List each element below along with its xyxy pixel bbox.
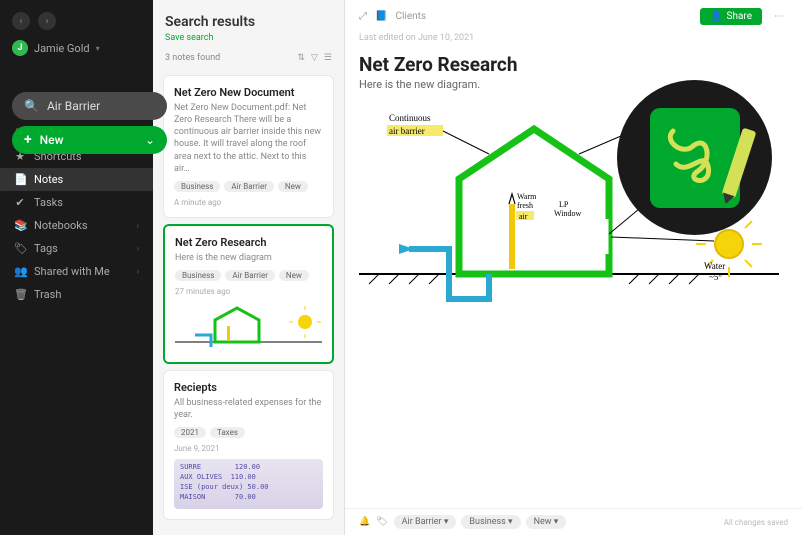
card-tag: Air Barrier xyxy=(224,181,274,192)
sidebar: ‹ › J Jamie Gold ▾ 🏠Home★Shortcuts📄Notes… xyxy=(0,0,153,535)
note-tag[interactable]: Business ▾ xyxy=(461,515,520,529)
search-input[interactable]: 🔍 Air Barrier xyxy=(12,92,167,120)
card-tag: Business xyxy=(174,181,220,192)
reminder-icon[interactable]: 🔔 xyxy=(359,517,370,527)
user-name: Jamie Gold xyxy=(34,42,90,55)
expand-icon[interactable]: ⤢ xyxy=(359,11,367,22)
person-icon: 👤 xyxy=(710,11,722,22)
card-thumbnail xyxy=(175,302,322,352)
sidebar-item-tasks[interactable]: ✔Tasks xyxy=(0,191,153,214)
svg-text:Window: Window xyxy=(554,209,581,218)
plus-icon: + xyxy=(24,132,32,148)
svg-text:Water: Water xyxy=(704,261,725,271)
notebook-icon: 📘 xyxy=(375,11,387,22)
svg-text:LP: LP xyxy=(559,200,569,209)
card-snippet: All business-related expenses for the ye… xyxy=(174,397,323,421)
svg-text:Warm: Warm xyxy=(517,192,537,201)
share-button[interactable]: 👤 Share xyxy=(700,8,762,25)
card-time: June 9, 2021 xyxy=(174,444,323,453)
nav-forward-button[interactable]: › xyxy=(38,12,56,30)
card-title: Net Zero Research xyxy=(175,236,322,249)
nav-icon: 🗑 xyxy=(14,288,26,301)
card-thumbnail: SURRE 120.00AUX OLIVES 110.00ISE (pour d… xyxy=(174,459,323,509)
sidebar-item-tags[interactable]: 🏷Tags› xyxy=(0,237,153,260)
nav-icon: 🏷 xyxy=(14,242,26,255)
sidebar-item-trash[interactable]: 🗑Trash xyxy=(0,283,153,306)
notebook-name[interactable]: Clients xyxy=(395,11,426,22)
note-tag[interactable]: New ▾ xyxy=(526,515,567,529)
svg-text:~5°: ~5° xyxy=(709,272,722,282)
note-tag[interactable]: Air Barrier ▾ xyxy=(394,515,457,529)
chevron-right-icon: › xyxy=(137,267,139,276)
chevron-down-icon: ⌄ xyxy=(145,133,155,147)
svg-text:fresh: fresh xyxy=(517,201,533,210)
svg-text:Continuous: Continuous xyxy=(389,113,431,123)
nav-icon: 📄 xyxy=(14,173,26,186)
note-title[interactable]: Net Zero Research xyxy=(345,43,802,78)
card-tag: New xyxy=(278,181,308,192)
sidebar-item-notebooks[interactable]: 📚Notebooks› xyxy=(0,214,153,237)
results-count: 3 notes found xyxy=(165,53,220,63)
card-snippet: Net Zero New Document.pdf: Net Zero Rese… xyxy=(174,102,323,175)
tag-icon[interactable]: 🏷 xyxy=(376,517,387,527)
card-tag: Air Barrier xyxy=(225,270,275,281)
user-menu[interactable]: J Jamie Gold ▾ xyxy=(0,34,153,62)
more-icon[interactable]: ⋯ xyxy=(770,11,788,22)
nav-icon: 📚 xyxy=(14,219,26,232)
search-results-column: Search results Save search 3 notes found… xyxy=(153,0,345,535)
save-status: All changes saved xyxy=(724,518,788,527)
result-card[interactable]: Net Zero Research Here is the new diagram… xyxy=(163,224,334,364)
sidebar-item-notes[interactable]: 📄Notes xyxy=(0,168,153,191)
svg-text:air barrier: air barrier xyxy=(389,126,425,136)
nav-icon: 👥 xyxy=(14,265,26,278)
search-text: Air Barrier xyxy=(47,99,100,113)
card-title: Net Zero New Document xyxy=(174,86,323,99)
chevron-right-icon: › xyxy=(137,221,139,230)
view-icon[interactable]: ☰ xyxy=(324,53,332,63)
new-button[interactable]: + New ⌄ xyxy=(12,126,167,154)
filter-icon[interactable]: ▽ xyxy=(311,53,318,63)
result-card[interactable]: Net Zero New Document Net Zero New Docume… xyxy=(163,75,334,218)
card-tag: 2021 xyxy=(174,427,206,438)
card-time: 27 minutes ago xyxy=(175,287,322,296)
sketch-badge xyxy=(617,80,772,235)
nav-icon: ✔ xyxy=(14,196,26,209)
avatar: J xyxy=(12,40,28,56)
scribble-icon xyxy=(658,116,732,200)
results-title: Search results xyxy=(165,14,332,30)
card-time: A minute ago xyxy=(174,198,323,207)
save-search-link[interactable]: Save search xyxy=(165,33,213,43)
card-tag: Business xyxy=(175,270,221,281)
sidebar-item-shared-with-me[interactable]: 👥Shared with Me› xyxy=(0,260,153,283)
note-editor: ⤢ 📘 Clients 👤 Share ⋯ Last edited on Jun… xyxy=(345,0,802,535)
chevron-right-icon: › xyxy=(137,244,139,253)
search-icon: 🔍 xyxy=(24,99,39,113)
card-tag: New xyxy=(279,270,309,281)
result-card[interactable]: Reciepts All business-related expenses fo… xyxy=(163,370,334,520)
card-snippet: Here is the new diagram xyxy=(175,252,322,264)
sort-icon[interactable]: ⇅ xyxy=(297,53,305,63)
nav-back-button[interactable]: ‹ xyxy=(12,12,30,30)
card-title: Reciepts xyxy=(174,381,323,394)
svg-text:air: air xyxy=(519,212,528,221)
card-tag: Taxes xyxy=(210,427,245,438)
last-edited-label: Last edited on June 10, 2021 xyxy=(345,33,802,43)
chevron-down-icon: ▾ xyxy=(96,44,100,53)
